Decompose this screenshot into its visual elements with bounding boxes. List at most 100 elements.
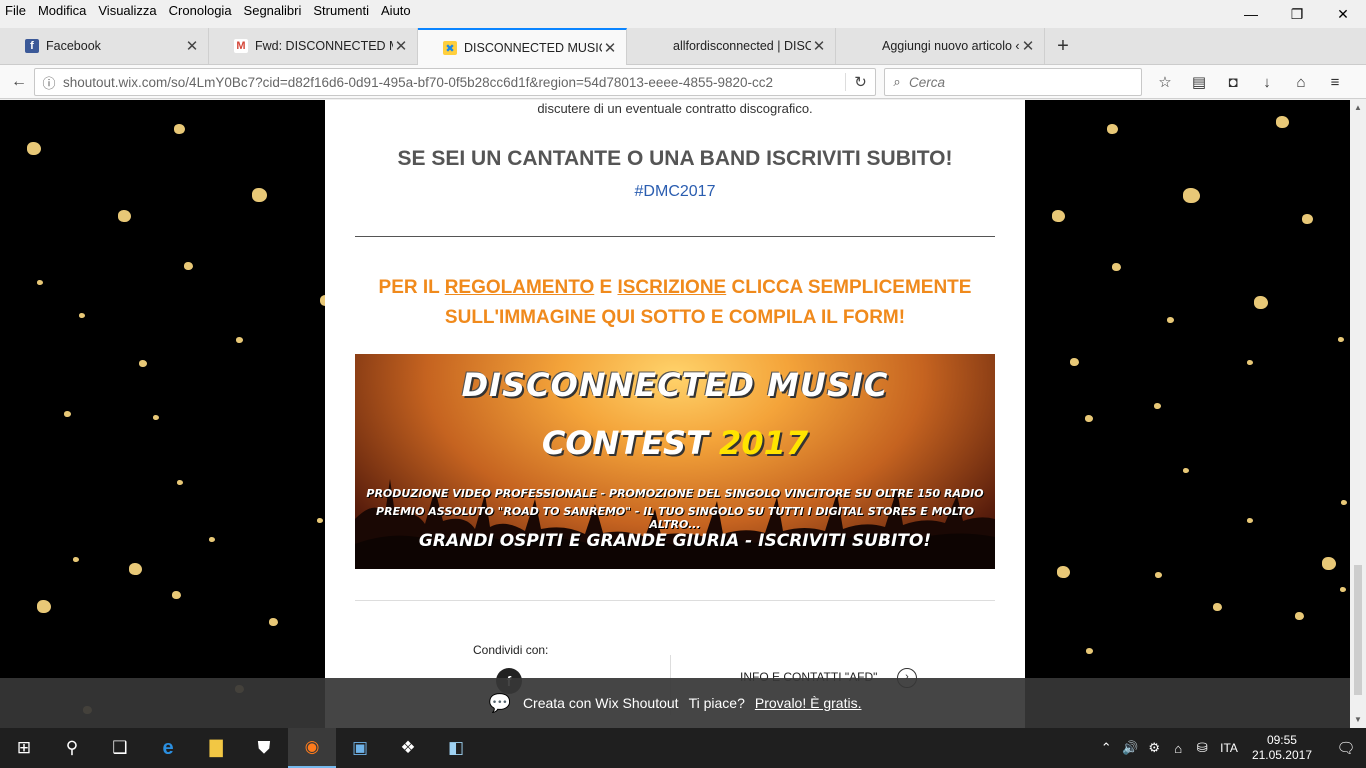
banner-subtitle: CONTEST 2017 — [355, 424, 995, 462]
clock[interactable]: 09:55 21.05.2017 — [1252, 733, 1312, 763]
iscrizione-link[interactable]: ISCRIZIONE — [617, 277, 726, 298]
chevron-up-icon[interactable]: ⌃ — [1094, 740, 1118, 756]
cta-part: PER IL — [378, 277, 445, 298]
toolbar: ☆ ▤ ◘ ↓ ⌂ ≡ — [1148, 68, 1352, 96]
confetti-dot — [1057, 566, 1070, 578]
banner-line5: GRANDI OSPITI E GRANDE GIURIA - ISCRIVIT… — [418, 531, 932, 551]
wix-shoutout-bar: 💬 Creata con Wix Shoutout Ti piace? Prov… — [0, 678, 1350, 728]
confetti-dot — [1247, 518, 1253, 523]
store-icon[interactable]: ⛊ — [240, 728, 288, 768]
wix-credit-text: Creata con Wix Shoutout — [522, 695, 679, 711]
hamburger-menu-icon[interactable]: ≡ — [1318, 68, 1352, 96]
minimize-button[interactable]: — — [1228, 0, 1274, 28]
tab-gmail[interactable]: M Fwd: DISCONNECTED MUSIC ✕ — [209, 28, 418, 64]
menu-segnalibri[interactable]: Segnalibri — [238, 1, 308, 21]
close-window-button[interactable]: ✕ — [1320, 0, 1366, 28]
url-text[interactable]: shoutout.wix.com/so/4LmY0Bc7?cid=d82f16d… — [63, 75, 845, 90]
tab-facebook[interactable]: f Facebook ✕ — [0, 28, 209, 64]
language-indicator[interactable]: ITA — [1220, 741, 1238, 755]
regolamento-link[interactable]: REGOLAMENTO — [445, 277, 595, 298]
page-heading: SE SEI UN CANTANTE O UNA BAND ISCRIVITI … — [397, 147, 953, 170]
scroll-thumb[interactable] — [1354, 565, 1362, 695]
confetti-dot — [1254, 296, 1268, 309]
menu-strumenti[interactable]: Strumenti — [307, 1, 375, 21]
menu-file[interactable]: File — [0, 1, 32, 21]
edge-icon[interactable]: e — [144, 728, 192, 768]
confetti-dot — [1183, 468, 1189, 473]
back-button[interactable]: ← — [3, 68, 35, 96]
banner-contest: CONTEST — [541, 424, 708, 462]
scroll-down-icon[interactable]: ▼ — [1350, 712, 1366, 728]
dropbox-icon[interactable]: ❖ — [384, 728, 432, 768]
tab-aggiungi-articolo[interactable]: Aggiungi nuovo articolo ‹ ETiCin ✕ — [836, 28, 1045, 64]
wix-try-link[interactable]: Provalo! È gratis. — [755, 695, 862, 711]
confetti-dot — [1085, 415, 1093, 422]
downloads-icon[interactable]: ↓ — [1250, 68, 1284, 96]
confetti-dot — [184, 262, 193, 270]
search-bar[interactable]: ⌕ — [884, 68, 1142, 96]
confetti-dot — [1340, 587, 1346, 592]
tab-bar: f Facebook ✕ M Fwd: DISCONNECTED MUSIC ✕… — [0, 28, 1366, 65]
confetti-dot — [37, 600, 51, 613]
close-tab-icon[interactable]: ✕ — [184, 37, 200, 55]
settings-tray-icon[interactable]: ⚙ — [1142, 740, 1166, 756]
battery-icon[interactable]: ⛁ — [1190, 740, 1214, 756]
confetti-dot — [209, 537, 215, 542]
outlook-icon[interactable]: ▣ — [336, 728, 384, 768]
confetti-dot — [1086, 648, 1093, 654]
confetti-dot — [129, 563, 142, 575]
tab-allfordisconnected[interactable]: allfordisconnected | DISCON ✕ — [627, 28, 836, 64]
confetti-dot — [139, 360, 147, 367]
home-icon[interactable]: ⌂ — [1284, 68, 1318, 96]
network-icon[interactable]: ⌂ — [1166, 741, 1190, 756]
menu-modifica[interactable]: Modifica — [32, 1, 92, 21]
new-tab-button[interactable]: + — [1045, 28, 1081, 64]
file-explorer-icon[interactable]: ▇ — [192, 728, 240, 768]
wix-shoutout-icon: ✖ — [443, 41, 457, 55]
reading-list-icon[interactable]: ▤ — [1182, 68, 1216, 96]
firefox-icon[interactable]: ◉ — [288, 728, 336, 768]
vertical-scrollbar[interactable]: ▲ ▼ — [1350, 100, 1366, 728]
close-tab-icon[interactable]: ✕ — [602, 39, 618, 57]
notification-icon[interactable]: 🗨 — [1326, 739, 1366, 757]
confetti-dot — [79, 313, 85, 318]
hashtag-link[interactable]: #DMC2017 — [325, 183, 1025, 201]
confetti-dot — [1052, 210, 1065, 222]
pocket-icon[interactable]: ◘ — [1216, 68, 1250, 96]
search-icon: ⌕ — [893, 74, 901, 89]
confetti-dot — [177, 480, 183, 485]
tab-title: Facebook — [46, 39, 101, 53]
close-tab-icon[interactable]: ✕ — [393, 37, 409, 55]
scroll-up-icon[interactable]: ▲ — [1350, 100, 1366, 116]
start-button-icon[interactable]: ⊞ — [0, 728, 48, 768]
confetti-dot — [1247, 360, 1253, 365]
contest-banner-image[interactable]: DISCONNECTED MUSIC CONTEST 2017 PRODUZIO… — [355, 354, 995, 569]
menu-visualizza[interactable]: Visualizza — [92, 1, 162, 21]
info-icon[interactable]: ⓘ — [35, 73, 63, 92]
task-view-icon[interactable]: ❑ — [96, 728, 144, 768]
bookmark-star-icon[interactable]: ☆ — [1148, 68, 1182, 96]
confetti-dot — [252, 188, 267, 202]
clock-date: 21.05.2017 — [1251, 748, 1312, 762]
url-bar[interactable]: ⓘ shoutout.wix.com/so/4LmY0Bc7?cid=d82f1… — [34, 68, 876, 96]
confetti-dot — [1322, 557, 1336, 570]
close-tab-icon[interactable]: ✕ — [811, 37, 827, 55]
confetti-dot — [1295, 612, 1304, 620]
menu-aiuto[interactable]: Aiuto — [375, 1, 417, 21]
tab-title: Fwd: DISCONNECTED MUSIC — [255, 39, 393, 53]
close-tab-icon[interactable]: ✕ — [1020, 37, 1036, 55]
restore-button[interactable]: ❐ — [1274, 0, 1320, 28]
gmail-icon: M — [234, 39, 248, 53]
notepad-icon[interactable]: ◧ — [432, 728, 480, 768]
cta-line2: SULL'IMMAGINE QUI SOTTO E COMPILA IL FOR… — [444, 307, 906, 328]
confetti-dot — [1302, 214, 1313, 224]
tab-title: DISCONNECTED MUSIC CON — [464, 40, 602, 55]
search-input[interactable] — [909, 74, 1129, 90]
volume-icon[interactable]: 🔊 — [1118, 740, 1142, 756]
search-taskbar-icon[interactable]: ⚲ — [48, 728, 96, 768]
cta-part: CLICCA SEMPLICEMENTE — [726, 277, 972, 298]
menu-cronologia[interactable]: Cronologia — [163, 1, 238, 21]
confetti-dot — [1112, 263, 1121, 271]
reload-button[interactable]: ↻ — [845, 73, 875, 91]
tab-wix-contest[interactable]: ✖ DISCONNECTED MUSIC CON ✕ — [418, 28, 627, 65]
